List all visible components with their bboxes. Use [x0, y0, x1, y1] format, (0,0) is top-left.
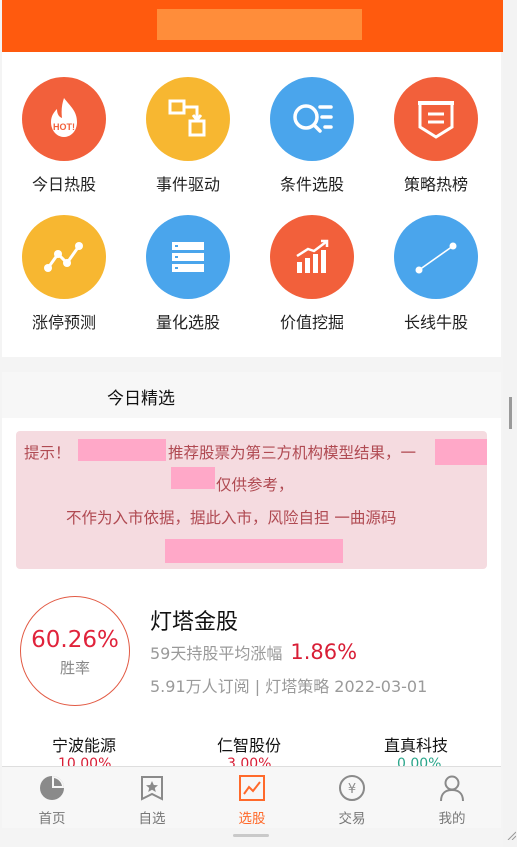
resize-grip-icon[interactable] — [506, 830, 516, 840]
bar-growth-icon — [270, 215, 354, 299]
pick-stock-change: 10.00% — [58, 756, 112, 766]
win-rate-ring: 60.26% 胜率 — [20, 596, 130, 706]
grid-label: 长线牛股 — [403, 313, 468, 332]
tab-label: 自选 — [138, 811, 166, 827]
tab-label: 我的 — [438, 811, 466, 827]
pick-stock-name[interactable]: 宁波能源 — [52, 732, 116, 756]
server-stack-icon — [146, 215, 230, 299]
hot-badge: HOT! — [53, 122, 75, 132]
long-line-icon — [394, 215, 478, 299]
pie-chart-icon — [37, 773, 67, 803]
home-indicator — [233, 834, 269, 837]
section-header: 今日精选 — [2, 372, 501, 418]
grid-label: 事件驱动 — [155, 175, 220, 194]
notice-line-1: 推荐股票为第三方机构模型结果，一 — [168, 444, 417, 462]
grid-label: 条件选股 — [279, 175, 344, 194]
strategy-title[interactable]: 灯塔金股 — [150, 604, 238, 636]
search-filter-icon — [270, 77, 354, 161]
grid-item-quant-pick[interactable]: 量化选股 — [126, 215, 250, 333]
notice-line-2: 仅供参考， — [216, 476, 294, 494]
yen-coin-icon: ¥ — [337, 773, 367, 803]
grid-item-value-mining[interactable]: 价值挖掘 — [250, 215, 374, 333]
scrollbar-thumb[interactable] — [509, 397, 512, 429]
grid-label: 价值挖掘 — [279, 313, 344, 332]
redacted-text — [165, 539, 343, 563]
grid-item-limit-up-forecast[interactable]: 涨停预测 — [2, 215, 126, 333]
win-rate-value: 60.26% — [31, 627, 119, 653]
grid-label: 量化选股 — [155, 313, 220, 332]
bottom-tab-bar: 首页 自选 选股 ¥ 交易 我的 — [2, 766, 501, 828]
tab-profile[interactable]: 我的 — [402, 767, 502, 829]
picks-content: 提示！ 推荐股票为第三方机构模型结果，一 仅供参考， 不作为入市依据，据此入市，… — [2, 418, 501, 766]
svg-text:¥: ¥ — [348, 782, 356, 797]
win-rate-label: 胜率 — [59, 659, 90, 677]
trend-chart-icon — [237, 773, 267, 803]
app-page: HOT! 今日热股 事件驱动 条件选股 策略热榜 涨停预测 量化选股 价值挖掘 … — [0, 0, 503, 847]
hold-gain-text: 59天持股平均涨幅 — [150, 644, 283, 663]
grid-label: 涨停预测 — [31, 313, 96, 332]
grid-item-condition-pick[interactable]: 条件选股 — [250, 77, 374, 195]
hold-gain-row: 59天持股平均涨幅 1.86% — [150, 640, 357, 664]
redacted-title — [157, 9, 362, 40]
star-book-icon — [137, 773, 167, 803]
event-flow-icon — [146, 77, 230, 161]
user-icon — [437, 773, 467, 803]
pick-stock-name[interactable]: 直真科技 — [384, 732, 448, 756]
grid-item-event-driven[interactable]: 事件驱动 — [126, 77, 250, 195]
grid-item-long-term-bull[interactable]: 长线牛股 — [374, 215, 498, 333]
pick-stock-name[interactable]: 仁智股份 — [217, 732, 281, 756]
notice-line-3: 不作为入市依据，据此入市，风险自担 一曲源码 — [66, 509, 397, 527]
pick-stock-change: 0.00% — [397, 756, 442, 766]
tab-label: 交易 — [338, 811, 366, 827]
tab-home[interactable]: 首页 — [2, 767, 102, 829]
hold-gain-value: 1.86% — [290, 640, 358, 664]
trend-line-icon — [22, 215, 106, 299]
top-header — [2, 0, 503, 52]
feature-grid: HOT! 今日热股 事件驱动 条件选股 策略热榜 涨停预测 量化选股 价值挖掘 … — [2, 52, 501, 357]
ribbon-list-icon — [394, 77, 478, 161]
redacted-text — [78, 439, 166, 461]
notice-prefix: 提示！ — [24, 444, 71, 462]
hot-flame-icon: HOT! — [22, 77, 106, 161]
tab-trade[interactable]: ¥ 交易 — [302, 767, 402, 829]
tab-label: 首页 — [38, 811, 66, 827]
section-title: 今日精选 — [107, 389, 175, 409]
tab-watchlist[interactable]: 自选 — [102, 767, 202, 829]
redacted-text — [171, 467, 215, 489]
strategy-meta: 5.91万人订阅 | 灯塔策略 2022-03-01 — [150, 677, 428, 696]
redacted-text — [435, 439, 487, 465]
tab-label: 选股 — [238, 811, 266, 827]
grid-label: 策略热榜 — [403, 175, 468, 194]
tab-stock-picker[interactable]: 选股 — [202, 767, 302, 829]
pick-stock-change: 3.00% — [227, 756, 272, 766]
risk-notice: 提示！ 推荐股票为第三方机构模型结果，一 仅供参考， 不作为入市依据，据此入市，… — [16, 431, 487, 569]
grid-item-today-hot[interactable]: HOT! 今日热股 — [2, 77, 126, 195]
grid-item-strategy-rank[interactable]: 策略热榜 — [374, 77, 498, 195]
grid-label: 今日热股 — [31, 175, 96, 194]
